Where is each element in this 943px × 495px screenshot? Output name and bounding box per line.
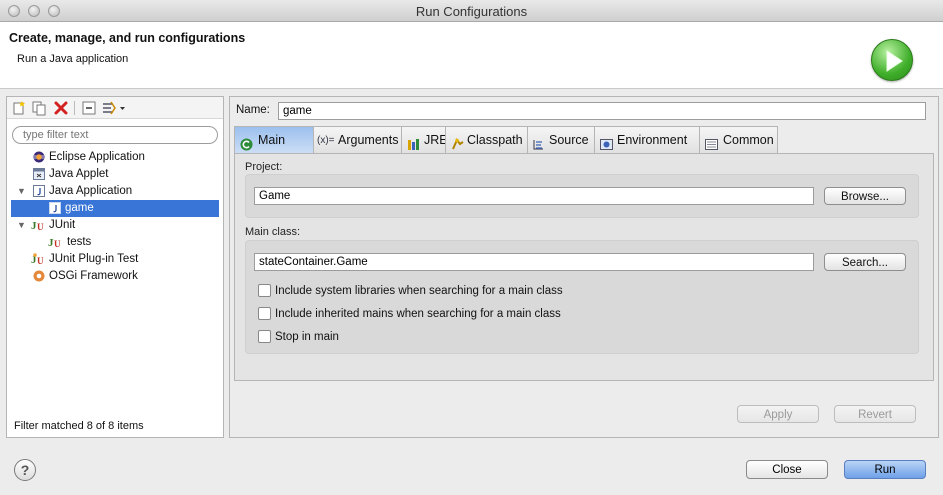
filter-input[interactable]	[12, 126, 218, 144]
tab-bar: Main (x)= Arguments JRE Classpath Source	[234, 126, 934, 155]
checkbox-label: Stop in main	[275, 331, 339, 343]
checkbox-label: Include inherited mains when searching f…	[275, 308, 561, 320]
tree-toolbar	[7, 97, 223, 119]
browse-button[interactable]: Browse...	[824, 187, 906, 205]
arguments-icon: (x)=	[317, 135, 335, 146]
tab-label: Source	[549, 133, 589, 147]
tree-item-label: game	[65, 202, 94, 214]
tab-label: Environment	[617, 133, 688, 147]
duplicate-icon[interactable]	[31, 100, 47, 116]
svg-text:U: U	[54, 239, 61, 248]
name-label: Name:	[236, 104, 270, 116]
project-group-label: Project:	[245, 161, 283, 173]
main-tab-content: Project: Browse... Main class: Search...…	[234, 153, 934, 381]
tree-item-junit-plugin-test[interactable]: JU JUnit Plug-in Test	[11, 251, 219, 268]
expand-triangle-icon[interactable]: ▼	[17, 183, 26, 200]
header-subtitle: Run a Java application	[17, 53, 129, 65]
java-config-icon	[49, 202, 61, 214]
run-play-icon	[871, 39, 913, 81]
tree-item-osgi-framework[interactable]: OSGi Framework	[11, 268, 219, 285]
tab-common[interactable]: Common	[699, 126, 778, 154]
junit-plugin-icon: JU	[31, 253, 46, 266]
filter-status: Filter matched 8 of 8 items	[14, 420, 144, 432]
new-configuration-icon[interactable]	[11, 100, 27, 116]
main-class-group: Search... Include system libraries when …	[245, 240, 919, 354]
window-title: Run Configurations	[415, 4, 528, 19]
search-button[interactable]: Search...	[824, 253, 906, 271]
environment-icon	[600, 134, 613, 150]
main-class-input[interactable]	[254, 253, 814, 271]
main-tab-icon	[240, 134, 253, 151]
junit-icon: JU	[31, 219, 46, 232]
revert-button[interactable]: Revert	[834, 405, 916, 423]
configuration-tree-panel: Eclipse Application Java Applet ▼ Java A…	[6, 96, 224, 438]
dialog-header: Create, manage, and run configurations R…	[0, 22, 943, 89]
expand-triangle-icon[interactable]: ▼	[17, 217, 26, 234]
tree-item-label: JUnit Plug-in Test	[49, 253, 139, 265]
include-system-libraries-checkbox[interactable]	[258, 284, 271, 297]
project-input[interactable]	[254, 187, 814, 205]
project-group: Browse...	[245, 174, 919, 218]
tab-source[interactable]: Source	[527, 126, 595, 154]
tree-item-label: Eclipse Application	[49, 151, 145, 163]
tab-label: Main	[258, 133, 286, 147]
tree-item-java-application[interactable]: ▼ Java Application	[11, 183, 219, 200]
filter-icon[interactable]	[101, 100, 127, 116]
java-applet-icon	[33, 168, 45, 180]
tab-jre[interactable]: JRE	[401, 126, 448, 154]
tree-item-junit[interactable]: ▼ JU JUnit	[11, 217, 219, 234]
toolbar-separator	[74, 101, 75, 115]
svg-text:U: U	[37, 222, 44, 231]
jre-icon	[407, 134, 420, 150]
eclipse-icon	[33, 151, 45, 163]
junit-config-icon: JU	[48, 236, 63, 249]
tree-item-label: OSGi Framework	[49, 270, 138, 282]
header-title: Create, manage, and run configurations	[9, 31, 246, 45]
source-icon	[532, 134, 545, 150]
osgi-icon	[33, 270, 45, 282]
java-application-icon	[33, 185, 45, 197]
tree-item-java-applet[interactable]: Java Applet	[11, 166, 219, 183]
checkbox-label: Include system libraries when searching …	[275, 285, 563, 297]
tab-label: Arguments	[338, 133, 399, 147]
tree-item-label: Java Applet	[49, 168, 109, 180]
apply-button[interactable]: Apply	[737, 405, 819, 423]
tab-classpath[interactable]: Classpath	[445, 126, 528, 154]
tree-item-label: JUnit	[49, 219, 76, 231]
tab-arguments[interactable]: (x)= Arguments	[313, 126, 402, 154]
tab-label: Common	[723, 133, 774, 147]
collapse-all-icon[interactable]	[81, 100, 97, 116]
configuration-editor-panel: Name: Main (x)= Arguments JRE Classpath	[229, 96, 939, 438]
main-class-group-label: Main class:	[245, 226, 301, 238]
tab-environment[interactable]: Environment	[594, 126, 700, 154]
close-button[interactable]: Close	[746, 460, 828, 479]
stop-in-main-checkbox[interactable]	[258, 330, 271, 343]
title-bar: Run Configurations	[0, 0, 943, 22]
include-inherited-mains-checkbox[interactable]	[258, 307, 271, 320]
classpath-icon	[451, 134, 464, 150]
run-button[interactable]: Run	[844, 460, 926, 479]
delete-icon[interactable]	[53, 100, 69, 116]
name-input[interactable]	[278, 102, 926, 120]
tree-item-game[interactable]: game	[11, 200, 219, 217]
common-icon	[705, 134, 718, 150]
tree-item-eclipse-application[interactable]: Eclipse Application	[11, 149, 219, 166]
help-icon[interactable]: ?	[14, 459, 36, 481]
tree-item-label: Java Application	[49, 185, 133, 197]
svg-text:U: U	[37, 256, 44, 265]
tree-item-label: tests	[67, 236, 92, 248]
tab-main[interactable]: Main	[234, 126, 314, 155]
tree-item-tests[interactable]: JU tests	[11, 234, 219, 251]
tab-label: Classpath	[467, 133, 523, 147]
